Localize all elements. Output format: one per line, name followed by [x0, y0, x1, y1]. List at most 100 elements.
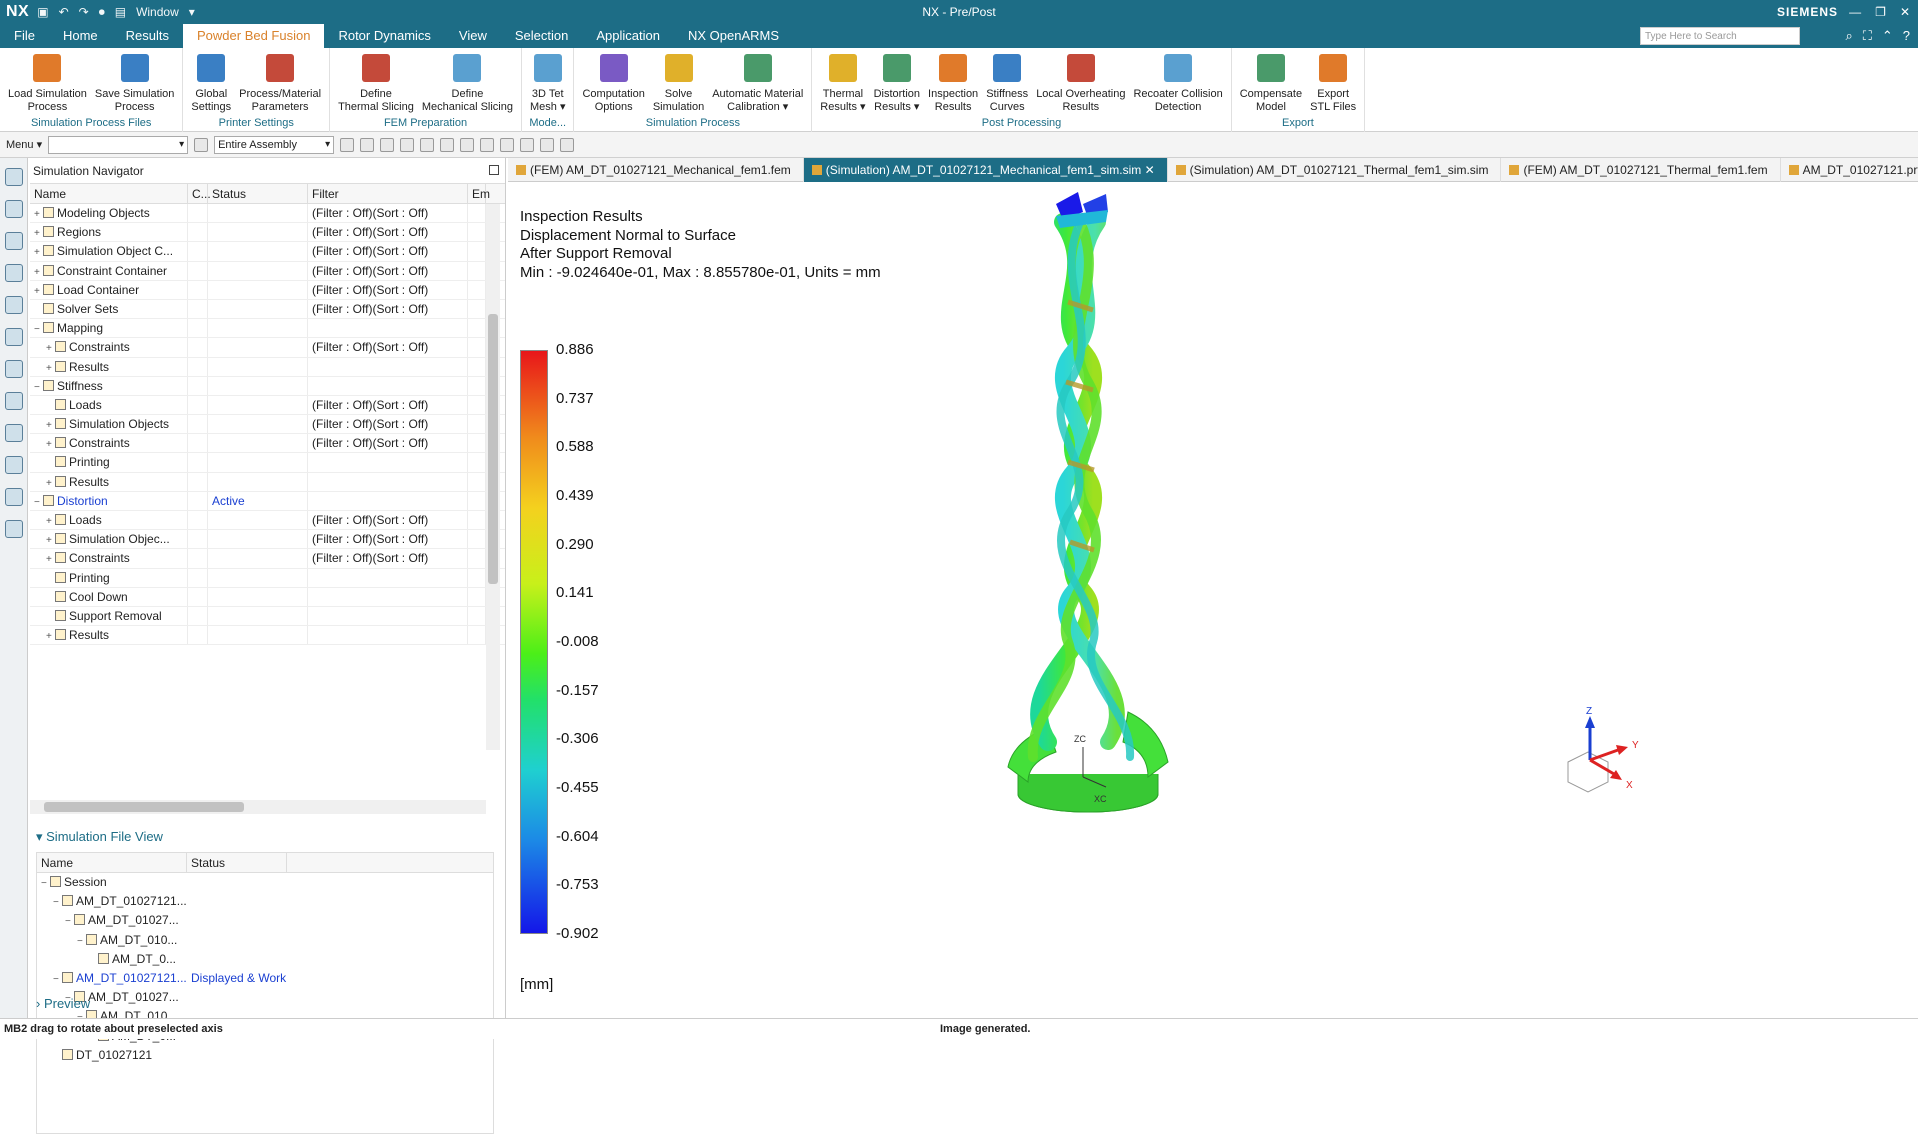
navigator-column-0[interactable]: Name: [30, 184, 188, 203]
expand-toggle-icon[interactable]: −: [53, 970, 62, 988]
tab-selection[interactable]: Selection: [501, 24, 582, 48]
assembly-scope-combo[interactable]: Entire Assembly: [214, 135, 335, 154]
ribbon-group-label[interactable]: FEM Preparation: [330, 117, 521, 129]
render-icon[interactable]: [480, 137, 495, 152]
command-search-input[interactable]: Type Here to Search: [1640, 27, 1800, 45]
ribbon-group-label[interactable]: Mode...: [522, 117, 573, 129]
save-icon[interactable]: ▣: [37, 5, 48, 19]
column-name[interactable]: Name: [37, 853, 187, 872]
tree-row[interactable]: + Load Container (Filter : Off)(Sort : Off…: [30, 280, 505, 300]
tree-row[interactable]: Support Removal: [30, 606, 505, 627]
tree-row[interactable]: + Modeling Objects (Filter : Off)(Sort : O…: [30, 204, 505, 224]
ribbon-group-label[interactable]: Simulation Process Files: [0, 117, 182, 129]
expand-toggle-icon[interactable]: +: [46, 435, 55, 452]
navigator-column-2[interactable]: Status: [208, 184, 308, 203]
file-row[interactable]: AM_DT_0...: [37, 950, 493, 969]
display-icon[interactable]: [500, 137, 515, 152]
ribbon-group-label[interactable]: Simulation Process: [574, 117, 811, 129]
navigator-horizontal-scrollbar[interactable]: [30, 800, 486, 814]
snap-icon[interactable]: [360, 137, 375, 152]
tree-row[interactable]: + Loads (Filter : Off)(Sort : Off): [30, 511, 505, 531]
navigator-vertical-scrollbar[interactable]: [486, 204, 500, 750]
help-icon[interactable]: ?: [1903, 28, 1910, 44]
file-row[interactable]: DT_01027121: [37, 1046, 493, 1065]
ribbon-group-label[interactable]: Printer Settings: [183, 117, 329, 129]
file-row[interactable]: − Session: [37, 873, 493, 892]
expand-toggle-icon[interactable]: +: [34, 205, 43, 222]
point-icon[interactable]: [380, 137, 395, 152]
expand-toggle-icon[interactable]: +: [34, 243, 43, 260]
expand-toggle-icon[interactable]: +: [46, 531, 55, 548]
grid-icon[interactable]: [420, 137, 435, 152]
window-menu[interactable]: Window: [136, 5, 179, 19]
tree-row[interactable]: + Regions (Filter : Off)(Sort : Off): [30, 223, 505, 243]
expand-toggle-icon[interactable]: +: [34, 263, 43, 280]
part-navigator-icon[interactable]: [5, 328, 23, 346]
expand-toggle-icon[interactable]: −: [65, 912, 74, 930]
assembly-navigator-icon[interactable]: [5, 232, 23, 250]
navigator-column-3[interactable]: Filter: [308, 184, 468, 203]
redo-icon[interactable]: ↷: [79, 5, 89, 19]
layer-icon[interactable]: [440, 137, 455, 152]
simulation-navigator-icon[interactable]: [5, 200, 23, 218]
expand-toggle-icon[interactable]: +: [34, 224, 43, 241]
tree-row[interactable]: Solver Sets (Filter : Off)(Sort : Off): [30, 299, 505, 320]
document-tab-4[interactable]: AM_DT_01027121.prt: [1781, 158, 1918, 182]
reuse-library-icon[interactable]: [5, 360, 23, 378]
document-tab-2[interactable]: (Simulation) AM_DT_01027121_Thermal_fem1…: [1168, 158, 1502, 182]
chevron-down-icon[interactable]: ▾: [189, 5, 195, 19]
file-view-title[interactable]: ▾ Simulation File View: [30, 826, 506, 848]
expand-toggle-icon[interactable]: +: [46, 416, 55, 433]
process-studio-icon[interactable]: [5, 488, 23, 506]
minimize-icon[interactable]: —: [1849, 5, 1861, 19]
tree-row[interactable]: − Stiffness: [30, 376, 505, 396]
file-row[interactable]: − AM_DT_01027...: [37, 911, 493, 930]
expand-toggle-icon[interactable]: −: [34, 493, 43, 510]
expand-toggle-icon[interactable]: −: [53, 893, 62, 911]
tab-rotor-dynamics[interactable]: Rotor Dynamics: [324, 24, 444, 48]
select-icon[interactable]: [400, 137, 415, 152]
expand-toggle-icon[interactable]: +: [46, 474, 55, 491]
tree-row[interactable]: + Simulation Object C... (Filter : Off)(So…: [30, 242, 505, 262]
tree-row[interactable]: Cool Down: [30, 587, 505, 607]
roles-icon[interactable]: [5, 520, 23, 538]
maximize-icon[interactable]: [489, 165, 499, 175]
expand-toggle-icon[interactable]: +: [46, 550, 55, 567]
expand-toggle-icon[interactable]: +: [34, 282, 43, 299]
tree-row[interactable]: − Mapping: [30, 319, 505, 339]
ribbon-group-label[interactable]: Post Processing: [812, 117, 1230, 129]
document-tab-3[interactable]: (FEM) AM_DT_01027121_Thermal_fem1.fem: [1501, 158, 1781, 182]
constraint-navigator-icon[interactable]: [5, 296, 23, 314]
snap-grid-icon[interactable]: [560, 137, 575, 152]
tree-row[interactable]: Printing: [30, 568, 505, 588]
tree-row[interactable]: + Results: [30, 357, 505, 377]
expand-toggle-icon[interactable]: −: [34, 378, 43, 395]
hd3d-icon[interactable]: [5, 392, 23, 410]
collapse-ribbon-icon[interactable]: ⌃: [1882, 28, 1893, 44]
expand-toggle-icon[interactable]: −: [34, 320, 43, 337]
document-tab-0[interactable]: (FEM) AM_DT_01027121_Mechanical_fem1.fem: [508, 158, 804, 182]
tab-home[interactable]: Home: [49, 24, 112, 48]
selection-scope-icon[interactable]: [194, 137, 209, 152]
expand-toggle-icon[interactable]: −: [41, 874, 50, 892]
selection-mode-icon[interactable]: [540, 137, 555, 152]
history-icon[interactable]: [5, 456, 23, 474]
restore-icon[interactable]: ❐: [1875, 5, 1886, 19]
tab-nx-openarms[interactable]: NX OpenARMS: [674, 24, 793, 48]
tab-file[interactable]: File: [0, 24, 49, 48]
mic-icon[interactable]: ⏺: [99, 5, 105, 20]
file-row[interactable]: − AM_DT_01027121...: [37, 892, 493, 911]
tab-application[interactable]: Application: [582, 24, 674, 48]
tree-row[interactable]: + Constraint Container (Filter : Off)(Sort…: [30, 261, 505, 281]
graphics-window[interactable]: Inspection Results Displacement Normal t…: [508, 182, 1918, 1018]
tree-row[interactable]: + Constraints (Filter : Off)(Sort : Off): [30, 549, 505, 569]
window-icon[interactable]: ▤: [115, 5, 126, 19]
expand-toggle-icon[interactable]: −: [77, 932, 86, 950]
file-row[interactable]: −AM_DT_010...: [37, 931, 493, 950]
tree-row[interactable]: Printing: [30, 453, 505, 473]
tree-row[interactable]: + Simulation Objec... (Filter : Off)(Sort …: [30, 530, 505, 550]
expand-toggle-icon[interactable]: +: [46, 359, 55, 376]
type-filter-combo[interactable]: [48, 135, 189, 154]
expand-toggle-icon[interactable]: +: [46, 512, 55, 529]
view-icon[interactable]: [460, 137, 475, 152]
